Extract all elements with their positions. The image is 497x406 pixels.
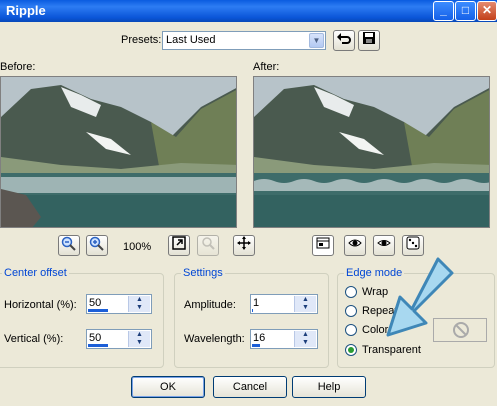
- proof-eye-icon: [348, 239, 362, 247]
- wavelength-value: 16: [253, 332, 266, 344]
- zoom-in-icon: [89, 236, 104, 251]
- preview-window-icon: [316, 237, 330, 249]
- horizontal-level-bar: [88, 309, 108, 312]
- proof-toggle-button[interactable]: [312, 235, 334, 256]
- radio-color[interactable]: [345, 324, 357, 336]
- window-title: Ripple: [6, 3, 46, 18]
- before-preview[interactable]: [0, 76, 237, 228]
- horizontal-value: 50: [89, 297, 102, 309]
- magnifier-disabled-icon: [202, 237, 215, 250]
- after-preview: [253, 76, 490, 228]
- amplitude-spinner[interactable]: 1 ▲ ▼: [250, 294, 318, 314]
- horizontal-spinner[interactable]: 50 ▲ ▼: [86, 294, 152, 314]
- maximize-button[interactable]: □: [455, 1, 476, 21]
- after-preview-image: [254, 77, 489, 227]
- before-label: Before:: [0, 61, 36, 73]
- undo-icon: [337, 33, 351, 44]
- amplitude-label: Amplitude:: [184, 299, 236, 311]
- wavelength-spinner[interactable]: 16 ▲ ▼: [250, 329, 318, 349]
- center-offset-group: [0, 273, 164, 368]
- move-icon: [237, 236, 251, 250]
- randomize-button[interactable]: [402, 235, 424, 256]
- chevron-down-icon: ▼: [309, 33, 324, 48]
- title-bar: Ripple _ □ ✕: [0, 0, 497, 22]
- amplitude-level-bar: [252, 309, 254, 312]
- zoom-out-button[interactable]: [58, 235, 80, 256]
- horizontal-label: Horizontal (%):: [4, 299, 77, 311]
- vertical-value: 50: [89, 332, 102, 344]
- zoom-fit-icon: [172, 236, 186, 250]
- vertical-label: Vertical (%):: [4, 333, 64, 345]
- floppy-disk-icon: [363, 32, 375, 44]
- ok-button[interactable]: OK: [131, 376, 205, 398]
- spin-arrows-icon[interactable]: ▲ ▼: [128, 331, 150, 347]
- vertical-spinner[interactable]: 50 ▲ ▼: [86, 329, 152, 349]
- auto-proof-button[interactable]: [373, 235, 395, 256]
- dice-icon: [406, 236, 420, 250]
- before-preview-image: [1, 77, 236, 227]
- zoom-level: 100%: [123, 241, 152, 253]
- center-offset-title: Center offset: [2, 267, 69, 279]
- presets-dropdown[interactable]: Last Used ▼: [162, 31, 326, 50]
- zoom-to-fit-button[interactable]: [168, 235, 190, 256]
- wavelength-level-bar: [252, 344, 260, 347]
- minimize-button[interactable]: _: [433, 1, 454, 21]
- presets-value: Last Used: [166, 34, 216, 46]
- zoom-to-100-button[interactable]: [197, 235, 219, 256]
- proof-button[interactable]: [344, 235, 366, 256]
- radio-repeat[interactable]: [345, 305, 357, 317]
- spin-arrows-icon[interactable]: ▲ ▼: [128, 296, 150, 312]
- cancel-button[interactable]: Cancel: [213, 376, 287, 398]
- wavelength-label: Wavelength:: [184, 333, 245, 345]
- presets-label: Presets:: [121, 34, 162, 46]
- settings-title: Settings: [181, 267, 225, 279]
- radio-transparent[interactable]: [345, 344, 357, 356]
- amplitude-value: 1: [253, 297, 260, 309]
- spin-arrows-icon[interactable]: ▲ ▼: [294, 331, 316, 347]
- annotation-arrow-icon: [386, 257, 454, 337]
- radio-transparent-label[interactable]: Transparent: [362, 344, 421, 356]
- radio-wrap[interactable]: [345, 286, 357, 298]
- spin-arrows-icon[interactable]: ▲ ▼: [294, 296, 316, 312]
- save-preset-button[interactable]: [358, 30, 380, 51]
- vertical-level-bar: [88, 344, 108, 347]
- reset-preset-button[interactable]: [333, 30, 355, 51]
- eye-icon: [377, 240, 391, 246]
- close-button[interactable]: ✕: [477, 1, 497, 21]
- help-button[interactable]: Help: [292, 376, 366, 398]
- settings-group: [174, 273, 329, 368]
- after-label: After:: [253, 61, 280, 73]
- pan-button[interactable]: [233, 235, 255, 256]
- zoom-in-button[interactable]: [86, 235, 108, 256]
- zoom-out-icon: [61, 236, 76, 251]
